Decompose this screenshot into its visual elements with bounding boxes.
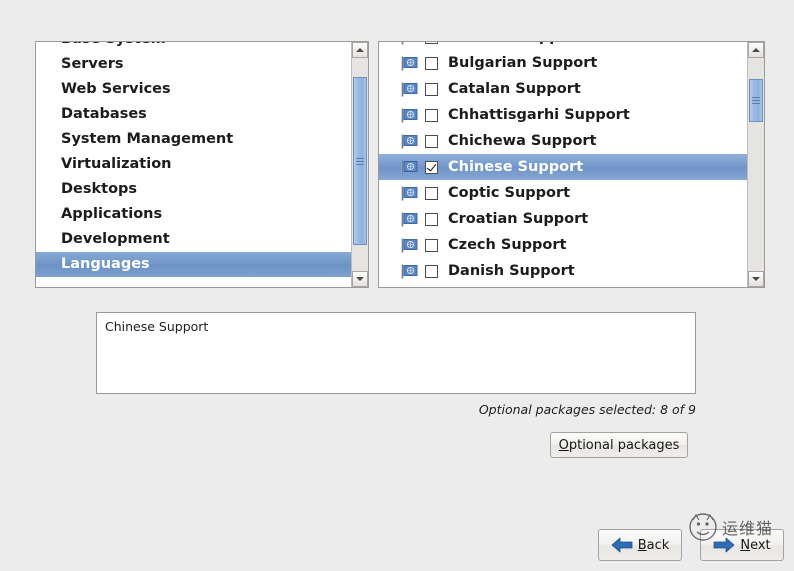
package-list-viewport[interactable]: Bosnian Support Bulgarian Support Catalan …	[379, 42, 747, 287]
optional-packages-button[interactable]: Optional packages	[550, 432, 688, 458]
flag-icon	[401, 212, 418, 227]
group-list-item[interactable]: Servers	[36, 52, 351, 77]
grip-icon	[752, 97, 760, 104]
package-list: Bosnian Support Bulgarian Support Catalan …	[379, 42, 747, 284]
flag-icon	[401, 264, 418, 279]
package-item-label: Croatian Support	[448, 211, 589, 227]
package-list-item[interactable]: Chhattisgarhi Support	[379, 102, 747, 128]
package-description-text: Chinese Support	[105, 319, 209, 334]
flag-icon	[401, 56, 418, 71]
package-list-item[interactable]: Croatian Support	[379, 206, 747, 232]
package-checkbox[interactable]	[425, 134, 438, 148]
package-item-label: Chinese Support	[448, 159, 584, 175]
group-item-label: Servers	[61, 56, 124, 72]
optional-packages-button-label: Optional packages	[559, 438, 680, 453]
package-listbox[interactable]: Bosnian Support Bulgarian Support Catalan …	[378, 41, 765, 288]
group-listbox[interactable]: Base System Servers Web Services Databases S…	[35, 41, 369, 288]
package-item-label: Chhattisgarhi Support	[448, 107, 630, 123]
flag-icon	[401, 108, 418, 123]
chevron-up-icon	[752, 48, 760, 52]
chevron-down-icon	[356, 277, 364, 281]
flag-icon	[401, 160, 418, 175]
package-list-item[interactable]: Chichewa Support	[379, 128, 747, 154]
group-item-label: Development	[61, 231, 170, 247]
group-list-item[interactable]: Base System	[36, 42, 351, 52]
chevron-up-icon	[356, 48, 364, 52]
arrow-right-icon	[713, 537, 735, 553]
group-item-label: Desktops	[61, 181, 138, 197]
group-item-label: Virtualization	[61, 156, 172, 172]
package-list-item[interactable]: Czech Support	[379, 232, 747, 258]
package-list-item[interactable]: Catalan Support	[379, 76, 747, 102]
package-list-item[interactable]: Bulgarian Support	[379, 50, 747, 76]
package-checkbox[interactable]	[425, 82, 438, 96]
grip-icon	[356, 157, 364, 165]
package-checkbox[interactable]	[425, 212, 438, 226]
group-item-label: Languages	[61, 256, 150, 272]
group-scroll-down-button[interactable]	[352, 271, 368, 287]
package-selection-area: Base System Servers Web Services Databases S…	[35, 41, 765, 288]
package-checkbox[interactable]	[425, 160, 438, 174]
group-list-item[interactable]: Languages	[36, 252, 351, 277]
group-list-item[interactable]: Desktops	[36, 177, 351, 202]
flag-icon	[401, 186, 418, 201]
next-button-label: Next	[740, 538, 770, 553]
package-list-item[interactable]: Chinese Support	[379, 154, 747, 180]
flag-icon	[401, 82, 418, 97]
group-item-label: Base System	[61, 42, 166, 47]
package-list-item[interactable]: Coptic Support	[379, 180, 747, 206]
label-rest: ext	[750, 537, 771, 553]
mnemonic-char: B	[637, 537, 647, 553]
group-item-label: Databases	[61, 106, 147, 122]
mnemonic-char: O	[558, 437, 569, 453]
package-checkbox[interactable]	[425, 264, 438, 278]
group-list-item[interactable]: Virtualization	[36, 152, 351, 177]
flag-icon	[401, 42, 418, 45]
package-description-box: Chinese Support	[96, 312, 696, 394]
flag-icon	[401, 238, 418, 253]
back-button-label: Back	[638, 538, 670, 553]
package-item-label: Coptic Support	[448, 185, 571, 201]
group-list-viewport[interactable]: Base System Servers Web Services Databases S…	[36, 42, 351, 287]
package-item-label: Catalan Support	[448, 81, 581, 97]
back-button[interactable]: Back	[598, 529, 682, 561]
group-scrollbar[interactable]	[351, 42, 368, 287]
group-list-item[interactable]: Web Services	[36, 77, 351, 102]
package-item-label: Czech Support	[448, 237, 567, 253]
group-item-label: Web Services	[61, 81, 171, 97]
package-list-item[interactable]: Bosnian Support	[379, 42, 747, 50]
flag-icon	[401, 134, 418, 149]
package-scroll-thumb[interactable]	[749, 79, 763, 122]
group-item-label: Applications	[61, 206, 163, 222]
package-item-label: Bosnian Support	[448, 42, 584, 45]
label-rest: ack	[646, 537, 670, 553]
group-item-label: System Management	[61, 131, 234, 147]
package-scrollbar[interactable]	[747, 42, 764, 287]
chevron-down-icon	[752, 277, 760, 281]
group-list-item[interactable]: System Management	[36, 127, 351, 152]
next-button[interactable]: Next	[700, 529, 784, 561]
group-list: Base System Servers Web Services Databases S…	[36, 42, 351, 277]
group-list-item[interactable]: Applications	[36, 202, 351, 227]
group-list-item[interactable]: Development	[36, 227, 351, 252]
package-checkbox[interactable]	[425, 238, 438, 252]
mnemonic-char: N	[740, 537, 751, 553]
package-checkbox[interactable]	[425, 186, 438, 200]
package-list-item[interactable]: Danish Support	[379, 258, 747, 284]
package-scroll-up-button[interactable]	[748, 42, 764, 58]
group-scroll-up-button[interactable]	[352, 42, 368, 58]
package-item-label: Bulgarian Support	[448, 55, 598, 71]
arrow-left-icon	[611, 537, 633, 553]
group-scroll-thumb[interactable]	[353, 77, 367, 245]
package-checkbox[interactable]	[425, 108, 438, 122]
package-checkbox[interactable]	[425, 56, 438, 70]
package-item-label: Chichewa Support	[448, 133, 597, 149]
label-rest: ptional packages	[568, 437, 680, 453]
optional-packages-status: Optional packages selected: 8 of 9	[478, 402, 696, 417]
package-checkbox[interactable]	[425, 42, 438, 44]
package-scroll-down-button[interactable]	[748, 271, 764, 287]
package-item-label: Danish Support	[448, 263, 575, 279]
group-list-item[interactable]: Databases	[36, 102, 351, 127]
